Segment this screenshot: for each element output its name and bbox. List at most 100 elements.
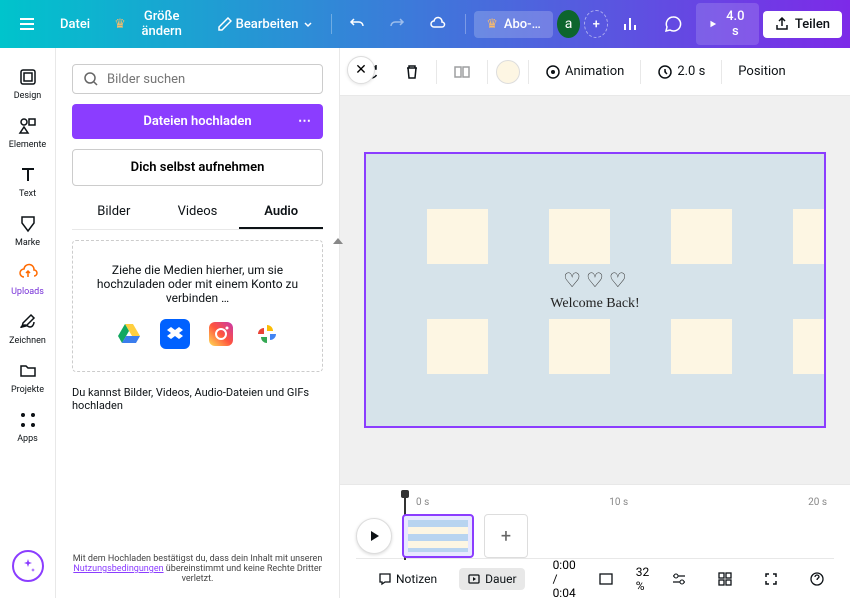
cloud-sync-icon[interactable] xyxy=(419,9,457,39)
view-mode-icon[interactable] xyxy=(590,567,622,591)
welcome-text[interactable]: Welcome Back! xyxy=(550,296,639,312)
share-button[interactable]: Teilen xyxy=(763,11,842,38)
playback-time: 0:00 / 0:04 xyxy=(553,558,576,600)
sidebar-label: Marke xyxy=(15,238,40,248)
background-color-swatch[interactable] xyxy=(496,60,520,84)
page-duration-button[interactable]: 2.0 s xyxy=(649,60,713,84)
draw-icon xyxy=(17,311,39,333)
delete-icon[interactable] xyxy=(396,60,428,84)
divider xyxy=(436,60,437,84)
record-yourself-button[interactable]: Dich selbst aufnehmen xyxy=(72,149,323,186)
design-icon xyxy=(17,66,39,88)
uploads-icon xyxy=(17,262,39,284)
tab-images[interactable]: Bilder xyxy=(72,196,156,229)
sidebar-label: Text xyxy=(19,189,36,199)
dropzone-text: Ziehe die Medien hierher, um sie hochzul… xyxy=(83,263,312,305)
zoom-level[interactable]: 32 % xyxy=(636,565,650,593)
add-page-button[interactable]: + xyxy=(484,514,528,558)
timeline[interactable]: 0 s 10 s 20 s + Notizen Dauer 0:00 / 0:0… xyxy=(340,484,850,598)
sidebar-label: Projekte xyxy=(11,385,44,395)
preview-button[interactable]: 4.0 s xyxy=(696,3,759,45)
divider xyxy=(640,60,641,84)
grid-view-icon[interactable] xyxy=(709,567,741,591)
design-canvas[interactable]: ♡ ♡ ♡ Welcome Back! xyxy=(364,152,826,428)
upload-label: Dateien hochladen xyxy=(143,114,251,129)
undo-button[interactable] xyxy=(339,10,375,38)
sidebar-label: Elemente xyxy=(9,140,46,150)
text-icon xyxy=(17,164,39,186)
resize-button[interactable]: ♛Größe ändern xyxy=(104,3,204,45)
comment-icon[interactable] xyxy=(654,9,692,39)
google-drive-icon[interactable] xyxy=(114,319,144,349)
add-member-button[interactable]: + xyxy=(584,10,608,38)
sidebar-item-elements[interactable]: Elemente xyxy=(4,109,52,156)
upload-hint: Du kannst Bilder, Videos, Audio-Dateien … xyxy=(72,386,323,412)
tab-audio[interactable]: Audio xyxy=(239,196,323,229)
help-icon[interactable] xyxy=(801,567,833,591)
animation-label: Animation xyxy=(565,64,624,79)
sidebar-item-uploads[interactable]: Uploads xyxy=(4,256,52,303)
duration-view-button[interactable]: Dauer xyxy=(459,568,524,590)
google-photos-icon[interactable] xyxy=(252,319,282,349)
ruler-mark: 20 s xyxy=(808,497,827,508)
share-label: Teilen xyxy=(795,17,830,32)
sidebar-label: Zeichnen xyxy=(9,336,46,346)
divider xyxy=(487,60,488,84)
scroll-indicator xyxy=(333,238,343,244)
dropbox-icon[interactable] xyxy=(160,319,190,349)
sidebar-label: Design xyxy=(14,91,42,101)
sidebar-label: Uploads xyxy=(11,287,44,297)
upload-dropzone[interactable]: Ziehe die Medien hierher, um sie hochzul… xyxy=(72,240,323,372)
instagram-icon[interactable] xyxy=(206,319,236,349)
divider xyxy=(331,14,332,34)
fullscreen-icon[interactable] xyxy=(755,567,787,591)
notes-button[interactable]: Notizen xyxy=(370,568,445,590)
edit-label: Bearbeiten xyxy=(236,17,299,32)
sidebar-item-draw[interactable]: Zeichnen xyxy=(4,305,52,352)
sidebar-label: Apps xyxy=(17,434,38,444)
search-icon xyxy=(83,71,99,87)
terms-link[interactable]: Nutzungsbedingungen xyxy=(73,564,163,574)
folder-icon xyxy=(17,360,39,382)
ruler-mark: 10 s xyxy=(609,497,628,508)
file-menu[interactable]: Datei xyxy=(50,11,100,38)
position-button[interactable]: Position xyxy=(730,60,793,83)
duration-label: 2.0 s xyxy=(677,64,705,79)
search-box[interactable] xyxy=(72,64,323,94)
apps-icon xyxy=(17,409,39,431)
sidebar-item-apps[interactable]: Apps xyxy=(4,403,52,450)
menu-hamburger[interactable] xyxy=(8,9,46,39)
tab-videos[interactable]: Videos xyxy=(156,196,240,229)
timeline-clip[interactable] xyxy=(402,514,474,558)
avatar[interactable]: a xyxy=(557,10,580,38)
pro-label: Abo-… xyxy=(504,17,541,32)
layout-icon[interactable] xyxy=(445,59,479,85)
notes-label: Notizen xyxy=(396,572,437,586)
duration-label: 4.0 s xyxy=(724,9,747,39)
search-input[interactable] xyxy=(107,72,312,87)
animation-button[interactable]: Animation xyxy=(537,60,632,84)
duration-view-label: Dauer xyxy=(485,572,516,586)
edit-menu[interactable]: Bearbeiten xyxy=(208,11,323,38)
close-panel-button[interactable]: ✕ xyxy=(347,56,375,84)
panel-legal-footer: Mit dem Hochladen bestätigst du, dass de… xyxy=(72,548,323,590)
resize-label: Größe ändern xyxy=(130,9,194,39)
insights-icon[interactable] xyxy=(612,9,650,39)
magic-button[interactable] xyxy=(12,550,44,582)
upload-files-button[interactable]: Dateien hochladen ⋯ xyxy=(72,104,323,139)
sidebar-item-brand[interactable]: Marke xyxy=(4,207,52,254)
sidebar-item-projects[interactable]: Projekte xyxy=(4,354,52,401)
sidebar-item-design[interactable]: Design xyxy=(4,60,52,107)
elements-icon xyxy=(17,115,39,137)
ruler-mark: 0 s xyxy=(416,497,429,508)
hearts-graphic: ♡ ♡ ♡ xyxy=(563,268,627,292)
divider xyxy=(721,60,722,84)
divider xyxy=(465,14,466,34)
redo-button[interactable] xyxy=(379,10,415,38)
zoom-slider-icon[interactable] xyxy=(663,567,695,591)
sidebar-item-text[interactable]: Text xyxy=(4,158,52,205)
brand-icon xyxy=(17,213,39,235)
play-button[interactable] xyxy=(356,518,392,554)
pro-button[interactable]: ♛Abo-… xyxy=(474,11,553,38)
more-icon: ⋯ xyxy=(298,114,311,129)
